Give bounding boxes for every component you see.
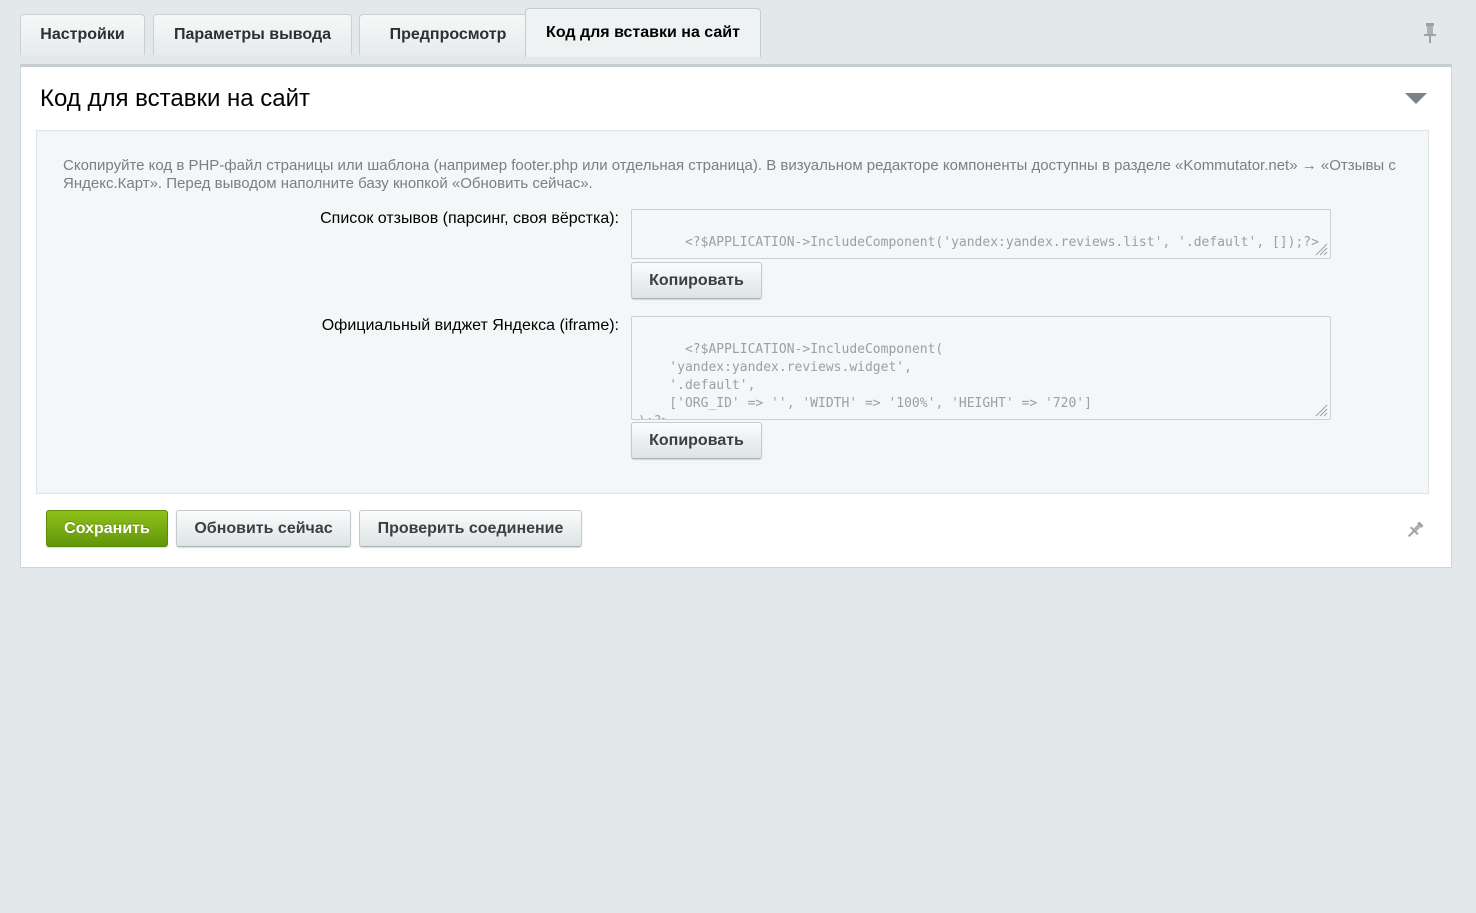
check-connection-button[interactable]: Проверить соединение xyxy=(359,510,582,547)
panel-title: Код для вставки на сайт xyxy=(40,85,311,112)
resize-grip-icon[interactable] xyxy=(1314,403,1328,417)
tab-preview[interactable]: Предпросмотр xyxy=(359,14,537,55)
instructions-text: Скопируйте код в PHP-файл страницы или ш… xyxy=(63,157,1396,192)
resize-grip-icon[interactable] xyxy=(1314,242,1328,256)
copy-reviews-list-button[interactable]: Копировать xyxy=(631,262,762,299)
code-section: Скопируйте код в PHP-файл страницы или ш… xyxy=(36,130,1429,494)
tab-output-params[interactable]: Параметры вывода xyxy=(153,14,352,55)
collapse-arrow-icon[interactable] xyxy=(1405,93,1427,105)
pin-icon[interactable] xyxy=(1422,22,1438,44)
tab-settings[interactable]: Настройки xyxy=(20,14,145,55)
widget-code: <?$APPLICATION->IncludeComponent( 'yande… xyxy=(638,342,1092,419)
refresh-now-button[interactable]: Обновить сейчас xyxy=(176,510,351,547)
copy-widget-button[interactable]: Копировать xyxy=(631,422,762,459)
embed-code-panel: Код для вставки на сайт Скопируйте код в… xyxy=(20,64,1452,568)
widget-label: Официальный виджет Яндекса (iframe): xyxy=(321,317,619,334)
tab-embed-code[interactable]: Код для вставки на сайт xyxy=(525,8,761,57)
reviews-list-label: Список отзывов (парсинг, своя вёрстка): xyxy=(320,210,619,227)
widget-code-field[interactable]: <?$APPLICATION->IncludeComponent( 'yande… xyxy=(631,316,1331,420)
save-button[interactable]: Сохранить xyxy=(46,510,168,547)
reviews-list-code-field[interactable]: <?$APPLICATION->IncludeComponent('yandex… xyxy=(631,209,1331,259)
pin-icon[interactable] xyxy=(1405,520,1425,540)
reviews-list-code: <?$APPLICATION->IncludeComponent('yandex… xyxy=(684,235,1319,250)
